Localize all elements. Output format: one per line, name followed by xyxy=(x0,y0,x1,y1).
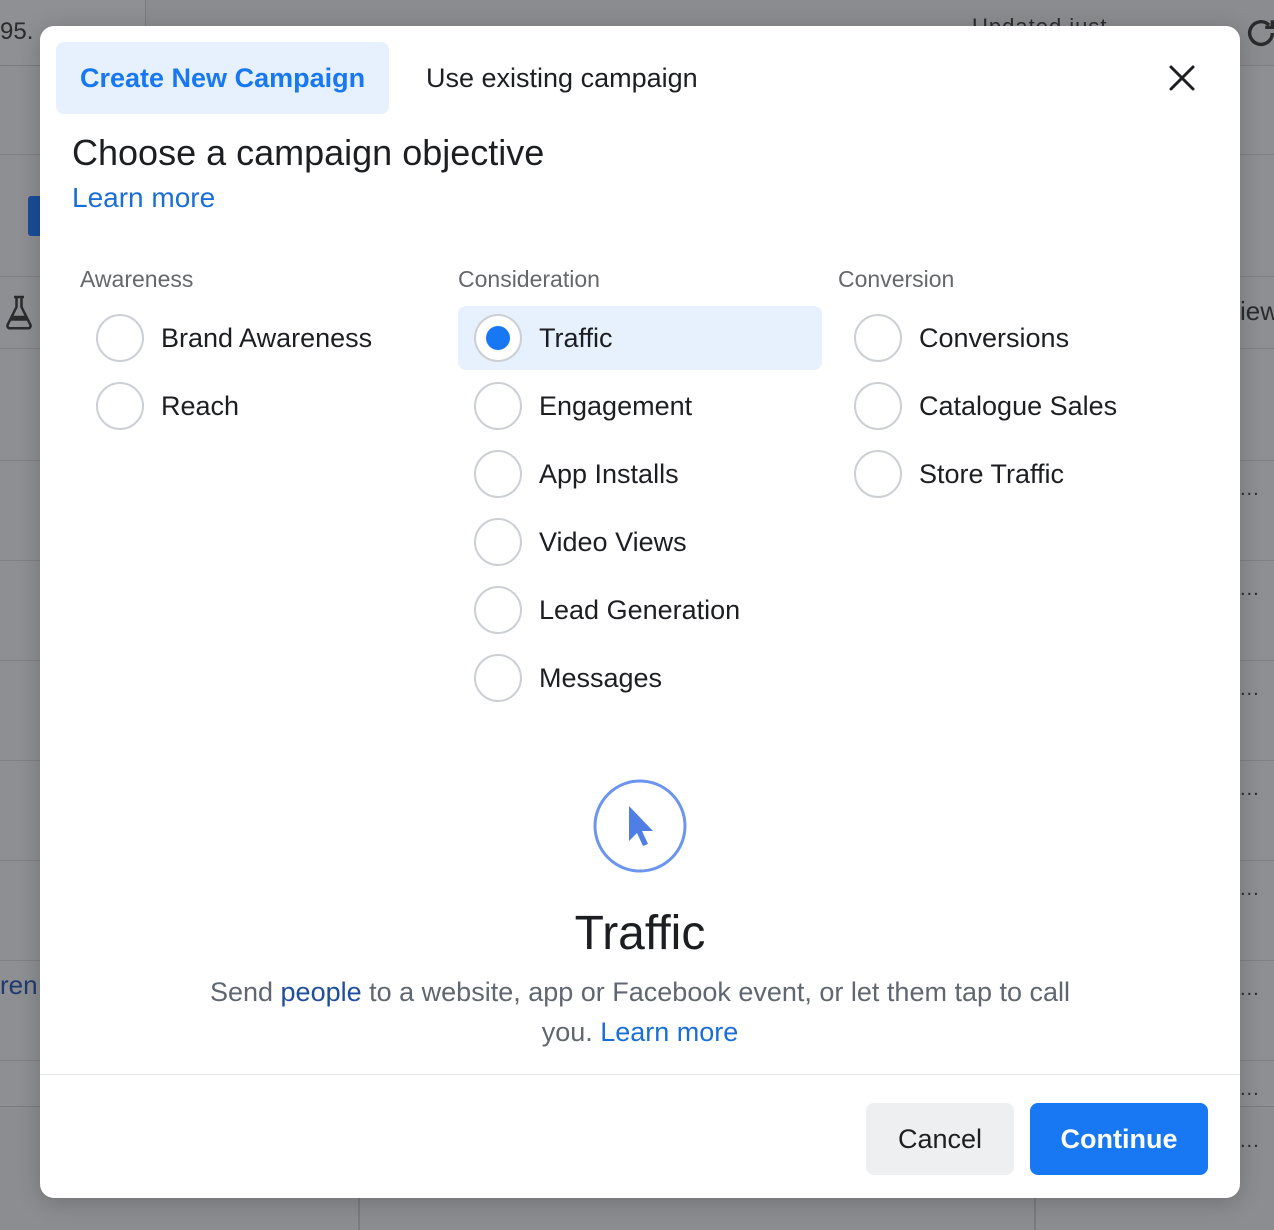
background-row-menu: ... xyxy=(1240,678,1260,700)
flask-icon xyxy=(6,295,32,330)
option-label: Conversions xyxy=(919,322,1070,353)
option-label: Engagement xyxy=(539,390,693,421)
background-link-text: ren xyxy=(0,970,38,1000)
objective-option-engagement[interactable]: Engagement xyxy=(458,374,822,438)
cancel-button[interactable]: Cancel xyxy=(866,1103,1014,1175)
option-label: Messages xyxy=(539,662,663,693)
background-row-menu: ... xyxy=(1240,778,1260,800)
objective-learn-more-link[interactable]: Learn more xyxy=(600,1017,738,1047)
learn-more-link[interactable]: Learn more xyxy=(72,182,215,214)
objective-option-brand-awareness[interactable]: Brand Awareness xyxy=(80,306,444,370)
objective-description: Send people to a website, app or Faceboo… xyxy=(190,972,1090,1052)
column-heading: Conversion xyxy=(838,266,955,292)
radio-button[interactable] xyxy=(854,450,902,498)
option-label: Catalogue Sales xyxy=(919,390,1118,421)
option-label: Lead Generation xyxy=(539,594,741,625)
radio-button[interactable] xyxy=(96,382,144,430)
continue-button[interactable]: Continue xyxy=(1030,1103,1208,1175)
radio-button[interactable] xyxy=(854,314,902,362)
background-row-menu: ... xyxy=(1240,1130,1260,1152)
radio-button[interactable] xyxy=(96,314,144,362)
option-label: Traffic xyxy=(539,322,613,353)
close-icon xyxy=(1169,65,1195,91)
objective-title: Traffic xyxy=(574,907,706,960)
background-row-menu: ... xyxy=(1240,578,1260,600)
objective-option-messages[interactable]: Messages xyxy=(458,646,822,710)
radio-button[interactable] xyxy=(474,518,522,566)
background-view-text: iew xyxy=(1240,296,1274,326)
cursor-pointer-icon xyxy=(593,779,687,873)
people-link[interactable]: people xyxy=(281,977,362,1007)
radio-button[interactable] xyxy=(474,382,522,430)
dialog-footer: Cancel Continue xyxy=(40,1074,1240,1198)
column-heading: Consideration xyxy=(458,266,600,292)
objective-option-traffic[interactable]: Traffic xyxy=(458,306,822,370)
background-row-menu: ... xyxy=(1240,478,1260,500)
radio-button[interactable] xyxy=(474,654,522,702)
close-button[interactable] xyxy=(1162,56,1202,100)
option-label: Video Views xyxy=(539,526,687,557)
objective-column-awareness: Awareness Brand Awareness Reach xyxy=(80,266,450,442)
radio-button[interactable] xyxy=(474,450,522,498)
objective-option-conversions[interactable]: Conversions xyxy=(838,306,1202,370)
option-label: Store Traffic xyxy=(919,458,1065,489)
option-label: Reach xyxy=(161,390,240,421)
objective-option-store-traffic[interactable]: Store Traffic xyxy=(838,442,1202,506)
refresh-icon xyxy=(1247,20,1274,46)
option-label: Brand Awareness xyxy=(161,322,373,353)
background-row-menu: ... xyxy=(1240,878,1260,900)
page-title: Choose a campaign objective xyxy=(72,132,545,173)
objective-option-reach[interactable]: Reach xyxy=(80,374,444,438)
radio-button[interactable] xyxy=(474,586,522,634)
description-text: Send xyxy=(209,977,281,1007)
objective-option-lead-generation[interactable]: Lead Generation xyxy=(458,578,822,642)
tab-use-existing-campaign[interactable]: Use existing campaign xyxy=(402,42,722,114)
objective-column-conversion: Conversion Conversions Catalogue Sales S… xyxy=(838,266,1208,510)
campaign-objective-dialog: Create New Campaign Use existing campaig… xyxy=(40,26,1240,1198)
background-row-menu: ... xyxy=(1240,1078,1260,1100)
background-account-id: 95. xyxy=(0,18,34,45)
objective-column-consideration: Consideration Traffic Engagement App Ins… xyxy=(458,266,828,714)
objective-option-app-installs[interactable]: App Installs xyxy=(458,442,822,506)
column-heading: Awareness xyxy=(80,266,194,292)
radio-button-selected[interactable] xyxy=(474,314,522,362)
tab-create-new-campaign[interactable]: Create New Campaign xyxy=(56,42,390,114)
background-row-menu: ... xyxy=(1240,978,1260,1000)
objective-option-catalogue-sales[interactable]: Catalogue Sales xyxy=(838,374,1202,438)
objective-option-video-views[interactable]: Video Views xyxy=(458,510,822,574)
option-label: App Installs xyxy=(539,458,679,489)
radio-button[interactable] xyxy=(854,382,902,430)
